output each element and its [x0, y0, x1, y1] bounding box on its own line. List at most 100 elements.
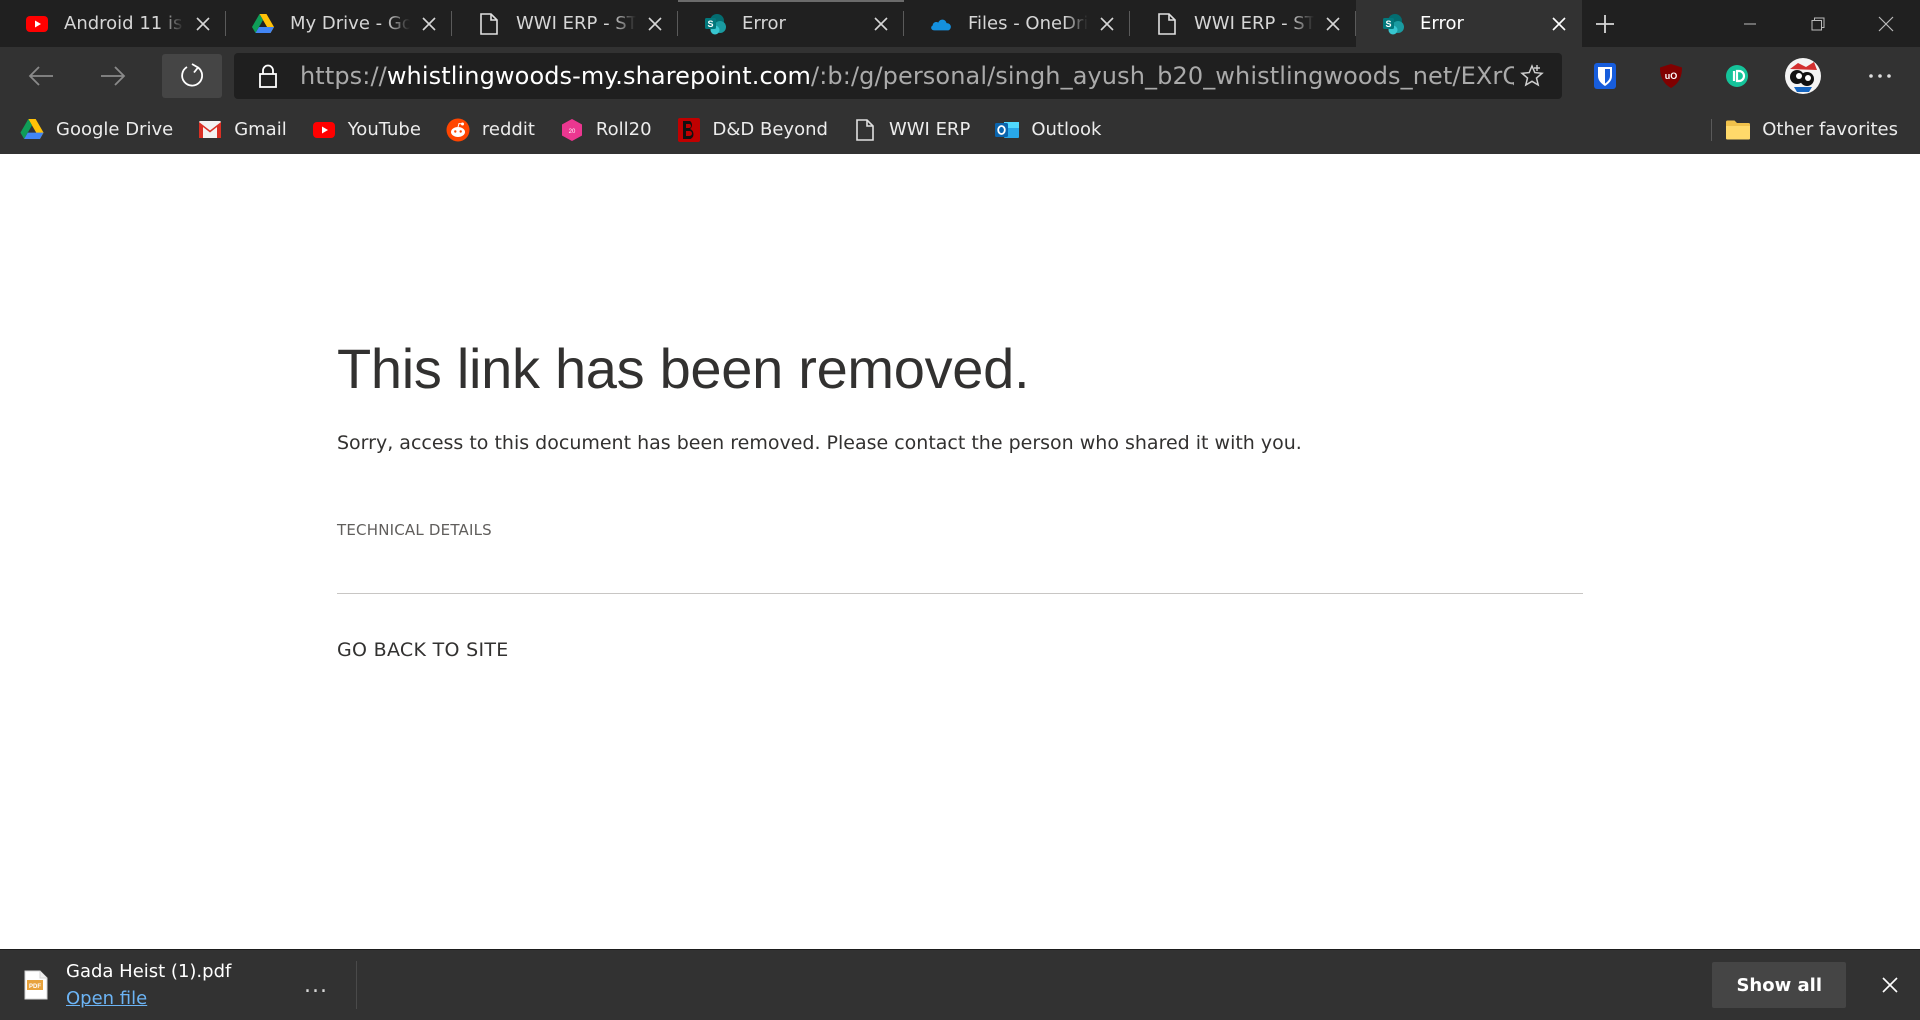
download-bar: PDF Gada Heist (1).pdf Open file ... Sho…	[0, 949, 1920, 1020]
page-icon	[1156, 12, 1178, 35]
tab-android-11[interactable]: Android 11 is here	[0, 0, 226, 47]
favorite-gmail[interactable]: Gmail	[198, 118, 287, 142]
favorite-wwi-erp[interactable]: WWI ERP	[853, 118, 970, 142]
url-path: /:b:/g/personal/singh_ayush_b20_whistlin…	[811, 62, 1514, 90]
pdf-file-icon: PDF	[22, 968, 50, 1002]
close-window-button[interactable]	[1852, 0, 1920, 47]
onedrive-icon	[930, 13, 952, 35]
url-host: whistlingwoods-my.sharepoint.com	[386, 62, 812, 90]
roll20-icon: 20	[560, 118, 584, 142]
close-tab-icon[interactable]	[1096, 13, 1118, 35]
tab-strip: Android 11 is here My Drive - Google Dri…	[0, 0, 1920, 47]
page-content: This link has been removed. Sorry, acces…	[0, 154, 1920, 949]
forward-arrow-icon	[101, 66, 126, 86]
tab-title: WWI ERP - STUDENT	[1194, 13, 1314, 34]
tab-title: Error	[1420, 13, 1464, 34]
close-download-bar-button[interactable]	[1870, 965, 1910, 1005]
close-tab-icon[interactable]	[1322, 13, 1344, 35]
favorite-roll20[interactable]: 20 Roll20	[560, 118, 652, 142]
outlook-icon	[995, 118, 1020, 142]
add-favorite-button[interactable]	[1514, 64, 1550, 88]
grammarly-extension[interactable]	[1704, 53, 1770, 99]
restore-button[interactable]	[1784, 0, 1852, 47]
tab-error-active[interactable]: S Error	[1356, 0, 1582, 47]
close-tab-icon[interactable]	[418, 13, 440, 35]
tab-title: WWI ERP - STUDENT	[516, 13, 636, 34]
download-more-options[interactable]: ...	[296, 965, 336, 1005]
plus-icon	[1596, 14, 1614, 33]
refresh-button[interactable]	[162, 54, 222, 98]
open-file-link[interactable]: Open file	[66, 988, 147, 1009]
favorite-outlook[interactable]: Outlook	[995, 118, 1101, 142]
bitwarden-extension[interactable]	[1572, 53, 1638, 99]
dndbeyond-icon	[677, 117, 701, 142]
favorite-label: reddit	[481, 119, 535, 140]
other-favorites-folder[interactable]: Other favorites	[1726, 119, 1898, 141]
tab-title: Android 11 is here	[64, 13, 184, 34]
settings-and-more-button[interactable]	[1850, 53, 1910, 99]
favorite-label: YouTube	[347, 119, 421, 140]
forward-button[interactable]	[82, 54, 144, 98]
go-back-to-site-link[interactable]: GO BACK TO SITE	[337, 639, 509, 661]
back-button[interactable]	[10, 54, 72, 98]
favorites-divider	[1711, 118, 1713, 141]
back-arrow-icon	[28, 66, 53, 86]
grammarly-icon	[1726, 65, 1748, 87]
lock-icon[interactable]	[256, 63, 280, 89]
new-tab-button[interactable]	[1582, 0, 1628, 47]
svg-text:uO: uO	[1665, 71, 1678, 81]
favorites-bar: Google Drive Gmail YouTube reddit 20 Rol…	[0, 105, 1920, 154]
tab-title: Files - OneDrive	[968, 13, 1088, 34]
gmail-icon	[198, 118, 222, 142]
star-icon	[1520, 64, 1544, 87]
reddit-icon	[446, 118, 470, 142]
bitwarden-icon	[1594, 63, 1616, 89]
restore-icon	[1811, 17, 1825, 30]
tab-wwi-erp-2[interactable]: WWI ERP - STUDENT	[1130, 0, 1356, 47]
avatar-icon	[1785, 58, 1821, 94]
other-favorites-label: Other favorites	[1762, 119, 1898, 140]
address-bar[interactable]: https://whistlingwoods-my.sharepoint.com…	[234, 53, 1562, 99]
close-tab-icon[interactable]	[870, 13, 892, 35]
tab-onedrive[interactable]: Files - OneDrive	[904, 0, 1130, 47]
favorite-label: Google Drive	[56, 119, 174, 140]
minimize-button[interactable]	[1716, 0, 1784, 47]
google-drive-icon	[20, 118, 44, 142]
sharepoint-icon: S	[1382, 13, 1404, 35]
favorite-reddit[interactable]: reddit	[446, 118, 535, 142]
minimize-icon	[1744, 23, 1756, 24]
download-divider	[356, 961, 357, 1009]
folder-icon	[1726, 119, 1752, 141]
tab-my-drive[interactable]: My Drive - Google Drive	[226, 0, 452, 47]
refresh-icon	[181, 63, 203, 87]
window-controls	[1716, 0, 1920, 47]
youtube-icon	[26, 13, 48, 35]
favorite-label: WWI ERP	[888, 119, 971, 140]
download-item[interactable]: Gada Heist (1).pdf Open file	[66, 961, 296, 1009]
technical-details-toggle[interactable]: TECHNICAL DETAILS	[337, 521, 492, 539]
favorite-label: Outlook	[1031, 119, 1102, 140]
navigation-toolbar: https://whistlingwoods-my.sharepoint.com…	[0, 47, 1920, 105]
youtube-icon	[312, 118, 336, 142]
close-tab-icon[interactable]	[1548, 13, 1570, 35]
close-tab-icon[interactable]	[644, 13, 666, 35]
favorite-youtube[interactable]: YouTube	[312, 118, 421, 142]
favorite-label: Roll20	[595, 119, 652, 140]
show-all-downloads-button[interactable]: Show all	[1712, 962, 1846, 1008]
tab-title: Error	[742, 13, 786, 34]
favorite-google-drive[interactable]: Google Drive	[20, 118, 173, 142]
profile-avatar[interactable]	[1770, 53, 1836, 99]
download-filename: Gada Heist (1).pdf	[66, 961, 232, 982]
tab-error-1[interactable]: S Error	[678, 0, 904, 47]
tab-wwi-erp-1[interactable]: WWI ERP - STUDENT	[452, 0, 678, 47]
favorite-label: Gmail	[234, 119, 287, 140]
sharepoint-icon: S	[704, 13, 726, 35]
google-drive-icon	[252, 13, 274, 35]
favorite-dndbeyond[interactable]: D&D Beyond	[677, 117, 828, 142]
close-tab-icon[interactable]	[192, 13, 214, 35]
url-text[interactable]: https://whistlingwoods-my.sharepoint.com…	[300, 62, 1514, 90]
ublock-origin-extension[interactable]: uO	[1638, 53, 1704, 99]
close-icon	[1882, 977, 1898, 993]
page-title: This link has been removed.	[337, 337, 1030, 400]
page-icon	[478, 12, 500, 35]
